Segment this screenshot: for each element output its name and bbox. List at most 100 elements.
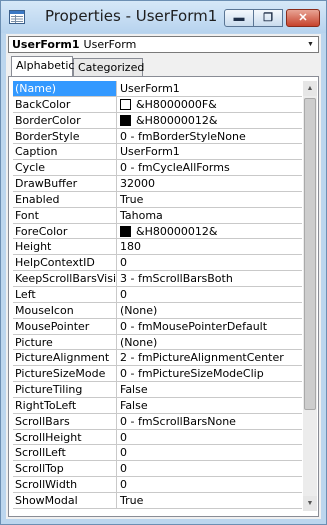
property-name[interactable]: BackColor	[13, 96, 117, 112]
vertical-scrollbar[interactable]: ▲ ▼	[303, 81, 317, 511]
view-tabs: Alphabetic Categorized	[8, 56, 319, 76]
property-value[interactable]: UserForm1	[118, 81, 302, 96]
property-value[interactable]: &H80000012&	[118, 113, 302, 128]
property-value[interactable]: 0	[118, 255, 302, 270]
property-name[interactable]: BorderStyle	[13, 128, 117, 144]
property-name[interactable]: DrawBuffer	[13, 176, 117, 191]
close-button[interactable]: ✕	[286, 9, 320, 27]
property-name[interactable]: HelpContextID	[13, 255, 117, 271]
property-value[interactable]: &H8000000F&	[118, 97, 302, 112]
property-name[interactable]: Picture	[13, 334, 117, 350]
property-value[interactable]: 0	[118, 430, 302, 445]
object-name: UserForm1	[12, 38, 80, 51]
property-name[interactable]: RightToLeft	[13, 397, 117, 413]
property-row[interactable]: DrawBuffer 32000	[13, 176, 302, 192]
property-row[interactable]: PictureSizeMode 0 - fmPictureSizeModeClip	[13, 366, 302, 383]
property-name[interactable]: Height	[13, 239, 117, 255]
property-value[interactable]: 180	[118, 239, 302, 254]
property-value[interactable]: True	[118, 192, 302, 207]
property-name[interactable]: PictureAlignment	[13, 350, 117, 366]
property-row[interactable]: Cycle 0 - fmCycleAllForms	[13, 160, 302, 177]
property-row[interactable]: HelpContextID 0	[13, 255, 302, 272]
property-name[interactable]: ShowModal	[13, 492, 117, 508]
property-row[interactable]: ScrollWidth 0	[13, 477, 302, 493]
property-name[interactable]: PictureTiling	[13, 382, 117, 397]
property-row[interactable]: Height 180	[13, 239, 302, 256]
property-value[interactable]: 0 - fmScrollBarsNone	[118, 414, 302, 429]
property-name[interactable]: ForeColor	[13, 223, 117, 239]
property-value[interactable]: Tahoma	[118, 208, 302, 223]
property-value[interactable]: 0 - fmPictureSizeModeClip	[118, 366, 302, 381]
property-name[interactable]: Left	[13, 286, 117, 302]
property-value[interactable]: 0	[118, 287, 302, 302]
property-name[interactable]: ScrollLeft	[13, 445, 117, 461]
property-row[interactable]: ScrollBars 0 - fmScrollBarsNone	[13, 413, 302, 430]
tab-alphabetic[interactable]: Alphabetic	[11, 56, 74, 76]
property-row[interactable]: RightToLeft False	[13, 397, 302, 414]
property-row[interactable]: Picture (None)	[13, 334, 302, 351]
property-row[interactable]: MousePointer 0 - fmMousePointerDefault	[13, 318, 302, 335]
property-name[interactable]: MousePointer	[13, 318, 117, 334]
property-value[interactable]: &H80000012&	[118, 224, 302, 239]
object-selector-dropdown[interactable]: UserForm1 UserForm ▼	[8, 36, 319, 53]
property-name[interactable]: ScrollWidth	[13, 477, 117, 492]
property-name[interactable]: Cycle	[13, 160, 117, 176]
chevron-down-icon[interactable]: ▼	[303, 37, 318, 52]
property-name[interactable]: MouseIcon	[13, 302, 117, 318]
property-row[interactable]: Caption UserForm1	[13, 144, 302, 161]
tab-categorized[interactable]: Categorized	[73, 58, 144, 76]
property-row[interactable]: Font Tahoma	[13, 207, 302, 224]
scroll-up-icon[interactable]: ▲	[303, 81, 317, 96]
property-row[interactable]: KeepScrollBarsVisible3 - fmScrollBarsBot…	[13, 271, 302, 287]
property-row[interactable]: PictureAlignment 2 - fmPictureAlignmentCe…	[13, 350, 302, 367]
property-value[interactable]: (None)	[118, 335, 302, 350]
property-row[interactable]: BorderStyle 0 - fmBorderStyleNone	[13, 128, 302, 145]
property-row[interactable]: (Name) UserForm1	[13, 81, 302, 97]
property-value[interactable]: 32000	[118, 176, 302, 191]
property-row[interactable]: PictureTiling False	[13, 382, 302, 398]
property-value[interactable]: False	[118, 398, 302, 413]
property-row[interactable]: ScrollHeight 0	[13, 429, 302, 446]
property-name[interactable]: Font	[13, 207, 117, 223]
property-value[interactable]: 0 - fmMousePointerDefault	[118, 319, 302, 334]
property-row[interactable]: BackColor &H8000000F&	[13, 96, 302, 113]
property-value[interactable]: 3 - fmScrollBarsBoth	[118, 271, 302, 286]
property-row[interactable]: Enabled True	[13, 191, 302, 208]
property-name[interactable]: ScrollBars	[13, 413, 117, 429]
property-value[interactable]: 0	[118, 477, 302, 492]
property-value[interactable]: False	[118, 382, 302, 397]
property-name[interactable]: ScrollTop	[13, 461, 117, 477]
property-name[interactable]: BorderColor	[13, 112, 117, 128]
property-value[interactable]: 0	[118, 461, 302, 476]
property-row[interactable]: ScrollLeft 0	[13, 445, 302, 462]
property-value-text: 0 - fmBorderStyleNone	[120, 129, 246, 143]
property-value[interactable]: UserForm1	[118, 144, 302, 159]
property-name[interactable]: (Name)	[13, 81, 117, 96]
scrollbar-thumb[interactable]	[304, 98, 316, 410]
property-value[interactable]: True	[118, 493, 302, 508]
property-value-text: 0	[120, 462, 127, 476]
property-row[interactable]: ScrollTop 0	[13, 461, 302, 478]
property-value[interactable]: 2 - fmPictureAlignmentCenter	[118, 350, 302, 365]
property-value-text: 0	[120, 256, 127, 270]
maximize-button[interactable]: ❐	[253, 9, 283, 27]
property-name[interactable]: ScrollHeight	[13, 429, 117, 445]
property-value[interactable]: 0 - fmCycleAllForms	[118, 160, 302, 175]
property-value[interactable]: 0	[118, 445, 302, 460]
property-row[interactable]: Left 0	[13, 286, 302, 303]
property-row[interactable]: MouseIcon (None)	[13, 302, 302, 319]
property-name[interactable]: Caption	[13, 144, 117, 160]
property-row[interactable]: ForeColor &H80000012&	[13, 223, 302, 240]
property-name[interactable]: Enabled	[13, 191, 117, 207]
property-name[interactable]: PictureSizeMode	[13, 366, 117, 382]
property-value[interactable]: (None)	[118, 303, 302, 318]
property-value-text: 0 - fmScrollBarsNone	[120, 414, 236, 428]
title-bar[interactable]: Properties - UserForm1 ▬ ❐ ✕	[1, 1, 326, 33]
property-name[interactable]: KeepScrollBarsVisible	[13, 271, 117, 286]
minimize-button[interactable]: ▬	[224, 9, 254, 27]
property-row[interactable]: BorderColor &H80000012&	[13, 112, 302, 129]
property-value-text: &H80000012&	[136, 113, 218, 127]
property-value[interactable]: 0 - fmBorderStyleNone	[118, 129, 302, 144]
property-row[interactable]: ShowModal True	[13, 492, 302, 509]
scroll-down-icon[interactable]: ▼	[303, 496, 317, 511]
